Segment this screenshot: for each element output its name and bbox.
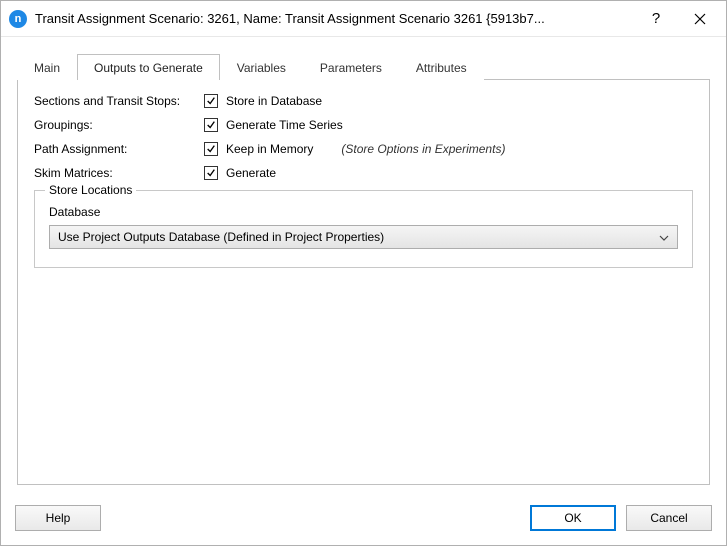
cancel-button[interactable]: Cancel [626,505,712,531]
tab-panel-outputs: Sections and Transit Stops: Store in Dat… [17,79,710,485]
titlebar: n Transit Assignment Scenario: 3261, Nam… [1,1,726,37]
row-skim: Skim Matrices: Generate [34,166,693,180]
database-select-value: Use Project Outputs Database (Defined in… [58,230,384,244]
checkbox-label-groupings[interactable]: Generate Time Series [226,118,343,132]
database-label: Database [49,205,678,219]
chevron-down-icon [659,230,669,244]
label-path: Path Assignment: [34,142,204,156]
ok-button[interactable]: OK [530,505,616,531]
tab-parameters[interactable]: Parameters [303,54,399,80]
window-title: Transit Assignment Scenario: 3261, Name:… [35,11,634,26]
row-sections: Sections and Transit Stops: Store in Dat… [34,94,693,108]
check-icon [206,96,216,106]
checkbox-label-path[interactable]: Keep in Memory [226,142,313,156]
dialog-window: n Transit Assignment Scenario: 3261, Nam… [0,0,727,546]
store-locations-group: Store Locations Database Use Project Out… [34,190,693,268]
row-groupings: Groupings: Generate Time Series [34,118,693,132]
tab-variables[interactable]: Variables [220,54,303,80]
check-icon [206,168,216,178]
close-button[interactable] [678,3,722,35]
content-area: Main Outputs to Generate Variables Param… [1,37,726,495]
hint-path: (Store Options in Experiments) [341,142,505,156]
checkbox-label-skim[interactable]: Generate [226,166,276,180]
checkbox-path[interactable] [204,142,218,156]
tab-attributes[interactable]: Attributes [399,54,484,80]
label-groupings: Groupings: [34,118,204,132]
checkbox-label-sections[interactable]: Store in Database [226,94,322,108]
check-icon [206,120,216,130]
close-icon [694,13,706,25]
checkbox-skim[interactable] [204,166,218,180]
tab-outputs[interactable]: Outputs to Generate [77,54,220,80]
button-row: Help OK Cancel [1,495,726,545]
database-select[interactable]: Use Project Outputs Database (Defined in… [49,225,678,249]
label-skim: Skim Matrices: [34,166,204,180]
store-locations-legend: Store Locations [45,183,136,197]
checkbox-groupings[interactable] [204,118,218,132]
row-path: Path Assignment: Keep in Memory (Store O… [34,142,693,156]
titlebar-help-button[interactable]: ? [634,3,678,35]
tab-bar: Main Outputs to Generate Variables Param… [17,53,710,79]
app-icon: n [9,10,27,28]
check-icon [206,144,216,154]
checkbox-sections[interactable] [204,94,218,108]
tab-main[interactable]: Main [17,54,77,80]
help-button[interactable]: Help [15,505,101,531]
label-sections: Sections and Transit Stops: [34,94,204,108]
